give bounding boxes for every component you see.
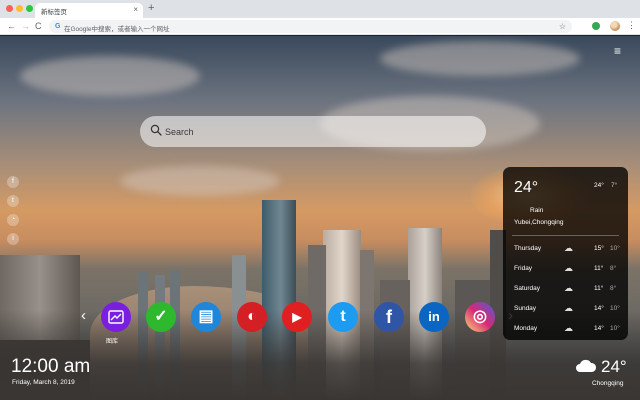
corner-weather-temp[interactable]: 24° — [601, 357, 627, 376]
tab-title: 新标签页 — [41, 9, 67, 16]
app-facebook[interactable]: f — [374, 302, 404, 332]
clock-date: Friday, March 8, 2019 — [12, 379, 75, 386]
forward-button[interactable]: → — [21, 20, 30, 32]
facebook-icon: f — [386, 307, 392, 327]
address-bar[interactable]: G 在Google中搜索，或者输入一个网址 ☆ — [49, 20, 572, 33]
app-instagram[interactable]: ◎ — [465, 302, 495, 332]
profile-avatar[interactable] — [610, 21, 620, 31]
app-youtube[interactable]: ▶ — [282, 302, 312, 332]
forecast-low: 8° — [610, 285, 617, 292]
maximize-window-button[interactable] — [26, 5, 33, 12]
forecast-row: Monday ☁ 14° 10° — [514, 323, 622, 335]
notes-icon: ▤ — [198, 308, 214, 325]
search-icon — [150, 124, 162, 136]
cloud-icon: ☁ — [564, 263, 573, 273]
cloud-icon: ☁ — [564, 323, 573, 333]
forecast-day: Saturday — [514, 285, 541, 292]
active-tab[interactable]: 新标签页 × — [35, 3, 143, 18]
new-tab-button[interactable]: + — [148, 2, 154, 15]
app-gallery[interactable] — [101, 302, 131, 332]
forecast-low: 8° — [610, 265, 617, 272]
weather-current-temp: 24° — [514, 179, 539, 196]
forecast-high: 11° — [594, 265, 604, 272]
weather-divider — [512, 235, 619, 236]
forecast-low: 10° — [610, 325, 620, 332]
forecast-low: 10° — [610, 305, 620, 312]
speedtest-icon: ◐ — [247, 308, 257, 325]
social-share-icon[interactable]: ◔ — [7, 214, 19, 226]
forecast-day: Friday — [514, 265, 533, 272]
cloud-icon: ☁ — [564, 243, 573, 253]
tasks-icon: ✓ — [154, 308, 168, 325]
forecast-day: Thursday — [514, 245, 542, 252]
search-input[interactable] — [165, 116, 475, 147]
forecast-day: Monday — [514, 325, 538, 332]
forecast-high: 11° — [594, 285, 604, 292]
forecast-high: 14° — [594, 305, 604, 312]
app-notes[interactable]: ▤ — [191, 302, 221, 332]
app-tasks[interactable]: ✓ — [146, 302, 176, 332]
cloud-icon: ☁ — [564, 303, 573, 313]
social-facebook-icon[interactable]: f — [7, 176, 19, 188]
browser-toolbar: ← → C G 在Google中搜索，或者输入一个网址 ☆ — [0, 18, 640, 35]
google-icon: G — [55, 23, 61, 30]
social-info-icon[interactable]: i — [7, 233, 19, 245]
weather-location: Yubei,Chongqing — [514, 219, 564, 226]
instagram-icon: ◎ — [473, 308, 487, 325]
forecast-row: Sunday ☁ 14° 10° — [514, 303, 622, 315]
corner-weather-city: Chongqing — [592, 380, 624, 387]
gallery-icon — [108, 310, 124, 324]
dock-prev-arrow[interactable]: ‹ — [81, 308, 86, 324]
app-speedtest[interactable]: ◐ — [237, 302, 267, 332]
reload-button[interactable]: C — [35, 20, 42, 32]
forecast-low: 10° — [610, 245, 620, 252]
weather-today-high: 24° — [594, 182, 604, 189]
forecast-row: Thursday ☁ 15° 10° — [514, 243, 622, 255]
linkedin-icon: in — [428, 309, 440, 324]
back-button[interactable]: ← — [7, 20, 16, 32]
forecast-high: 14° — [594, 325, 604, 332]
forecast-row: Friday ☁ 11° 8° — [514, 263, 622, 275]
social-twitter-icon[interactable]: t — [7, 195, 19, 207]
cloud-icon: ☁ — [564, 283, 573, 293]
extension-icon[interactable] — [592, 22, 600, 30]
tab-strip: 新标签页 × + — [0, 0, 640, 18]
address-placeholder: 在Google中搜索，或者输入一个网址 — [64, 26, 170, 33]
tab-close-icon[interactable]: × — [133, 5, 138, 15]
forecast-high: 15° — [594, 245, 604, 252]
clock-time: 12:00 am — [11, 356, 91, 377]
weather-today-low: 7° — [611, 182, 618, 189]
youtube-icon: ▶ — [292, 310, 302, 324]
twitter-icon: t — [340, 308, 346, 325]
weather-condition: Rain — [530, 207, 544, 214]
app-linkedin[interactable]: in — [419, 302, 449, 332]
app-gallery-label: 图库 — [106, 339, 119, 345]
search-bar[interactable] — [140, 116, 486, 147]
corner-cloud-icon — [576, 359, 597, 372]
forecast-row: Saturday ☁ 11° 8° — [514, 283, 622, 295]
page-menu-icon[interactable]: ≡ — [614, 44, 621, 58]
app-twitter[interactable]: t — [328, 302, 358, 332]
close-window-button[interactable] — [6, 5, 13, 12]
forecast-day: Sunday — [514, 305, 537, 312]
browser-menu-icon[interactable]: ⋮ — [627, 19, 636, 31]
minimize-window-button[interactable] — [16, 5, 23, 12]
bookmark-star-icon[interactable]: ☆ — [559, 21, 566, 32]
weather-panel[interactable]: 24° 24° 7° Rain Yubei,Chongqing Thursday… — [503, 167, 628, 340]
